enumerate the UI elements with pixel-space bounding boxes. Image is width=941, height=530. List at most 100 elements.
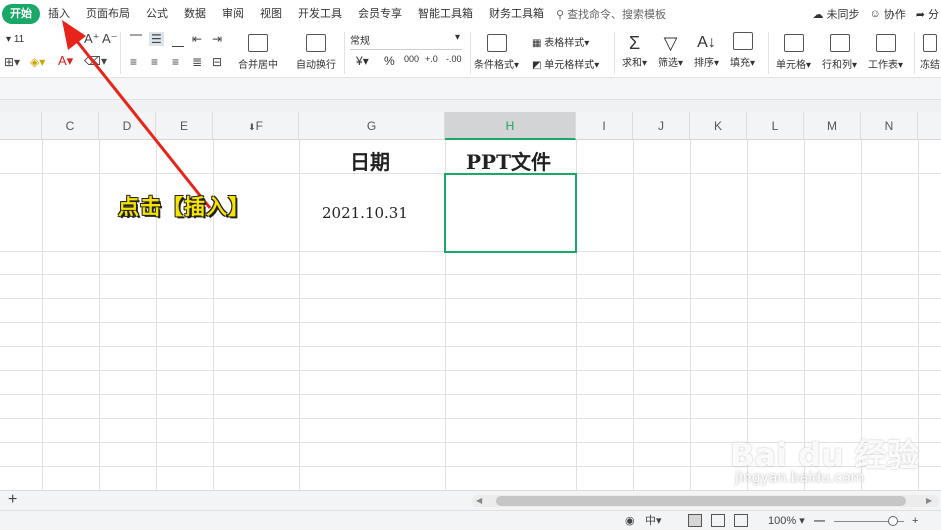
- merge-center-label: 合并居中: [238, 60, 278, 71]
- horizontal-scrollbar-thumb[interactable]: [496, 496, 906, 506]
- column-header-n[interactable]: N: [861, 112, 918, 140]
- cell-g1-date-header[interactable]: 日期: [350, 146, 390, 175]
- tab-home[interactable]: 开始: [2, 4, 40, 24]
- font-color-icon[interactable]: A▾: [58, 54, 73, 68]
- sum-button[interactable]: Σ 求和▾: [622, 32, 647, 69]
- column-header-o[interactable]: [918, 112, 941, 140]
- cell-h1-ppt-header[interactable]: PPT文件: [466, 146, 551, 175]
- freeze-button[interactable]: 冻结: [920, 34, 940, 71]
- command-search[interactable]: ⚲ 查找命令、搜索模板: [556, 6, 666, 22]
- column-header-d[interactable]: D: [99, 112, 156, 140]
- font-size-select[interactable]: ▾ 11: [6, 34, 24, 45]
- tab-insert[interactable]: 插入: [40, 4, 78, 24]
- sort-label: 排序: [694, 58, 714, 69]
- fill-color-icon[interactable]: ◈▾: [30, 55, 45, 69]
- wrap-text-button[interactable]: 自动换行: [296, 34, 336, 71]
- indent-decrease-icon[interactable]: ⇤: [192, 32, 202, 46]
- cell-g2-date-value[interactable]: 2021.10.31: [322, 204, 408, 222]
- sync-label: 未同步: [826, 9, 860, 21]
- tab-member[interactable]: 会员专享: [350, 4, 410, 24]
- border-icon[interactable]: ⊞▾: [4, 55, 20, 69]
- cell-icon: [783, 34, 804, 52]
- currency-button[interactable]: ¥▾: [356, 54, 369, 68]
- tab-formulas[interactable]: 公式: [138, 4, 176, 24]
- increase-font-icon[interactable]: A⁺: [84, 32, 100, 46]
- align-middle-icon[interactable]: ☰: [149, 32, 164, 46]
- zoom-out-button[interactable]: —: [814, 513, 825, 529]
- divider: [914, 32, 915, 74]
- column-header-i[interactable]: I: [576, 112, 633, 140]
- conditional-format-button[interactable]: 条件格式▾: [474, 34, 519, 71]
- tab-smart-toolbox[interactable]: 智能工具箱: [410, 4, 481, 24]
- column-header-j[interactable]: J: [633, 112, 690, 140]
- worksheet-button[interactable]: 工作表▾: [868, 34, 903, 71]
- zoom-slider-knob[interactable]: [888, 516, 898, 526]
- cell-button[interactable]: 单元格▾: [776, 34, 811, 71]
- fill-button[interactable]: 填充▾: [730, 32, 755, 69]
- page-layout-view-icon[interactable]: [711, 514, 725, 527]
- scroll-right-icon[interactable]: ▶: [926, 495, 932, 507]
- merge-center-button[interactable]: 合并居中: [238, 34, 278, 71]
- cell-style-button[interactable]: ◩ 单元格样式▾: [532, 56, 599, 71]
- percent-button[interactable]: %: [384, 54, 395, 68]
- sort-button[interactable]: A↓ 排序▾: [694, 32, 719, 69]
- column-header-m[interactable]: M: [804, 112, 861, 140]
- eye-protect-icon[interactable]: ◉: [625, 513, 635, 529]
- column-header-l[interactable]: L: [747, 112, 804, 140]
- tab-finance-toolbox[interactable]: 财务工具箱: [481, 4, 552, 24]
- tab-page-layout[interactable]: 页面布局: [78, 4, 138, 24]
- row-col-button[interactable]: 行和列▾: [822, 34, 857, 71]
- column-header-h[interactable]: H: [445, 112, 576, 140]
- cell-label: 单元格: [776, 60, 806, 71]
- column-header-f[interactable]: ⬇F: [213, 112, 299, 140]
- thousands-button[interactable]: 000: [404, 54, 419, 64]
- column-header-e[interactable]: E: [156, 112, 213, 140]
- menu-bar: 开始 插入 页面布局 公式 数据 审阅 视图 开发工具 会员专享 智能工具箱 财…: [0, 0, 941, 28]
- zoom-in-button[interactable]: +: [912, 513, 918, 529]
- justify-icon[interactable]: ≣: [192, 55, 202, 69]
- grid-vline: [633, 140, 634, 490]
- tab-review[interactable]: 审阅: [214, 4, 252, 24]
- distributed-icon[interactable]: ⊟: [212, 55, 222, 69]
- column-header-c[interactable]: C: [42, 112, 99, 140]
- filter-label-wrap: 筛选▾: [658, 58, 684, 69]
- indent-increase-icon[interactable]: ⇥: [212, 32, 222, 46]
- number-format-select[interactable]: 常规 ▾: [350, 32, 462, 50]
- table-style-button[interactable]: ▦ 表格样式▾: [532, 34, 589, 49]
- decrease-decimal-button[interactable]: -.00: [446, 54, 462, 64]
- column-header-g[interactable]: G: [299, 112, 445, 140]
- share-button[interactable]: ➦ 分: [916, 6, 939, 22]
- decrease-font-icon[interactable]: A⁻: [102, 32, 118, 46]
- increase-decimal-button[interactable]: +.0: [425, 54, 438, 64]
- tab-developer[interactable]: 开发工具: [290, 4, 350, 24]
- align-left-icon[interactable]: ≡: [130, 55, 137, 69]
- tab-data[interactable]: 数据: [176, 4, 214, 24]
- align-bottom-icon[interactable]: ⎽: [172, 33, 184, 47]
- zoom-level-select[interactable]: 100% ▾: [768, 513, 805, 529]
- sheet-tab-bar: + ◀ ▶: [0, 490, 941, 510]
- page-break-view-icon[interactable]: [734, 514, 748, 527]
- collab-button[interactable]: ☺ 协作: [870, 6, 906, 22]
- sync-status[interactable]: ☁ 未同步: [813, 6, 860, 22]
- column-header-k[interactable]: K: [690, 112, 747, 140]
- filter-button[interactable]: ▽ 筛选▾: [658, 32, 683, 69]
- fill-down-icon: [732, 32, 753, 50]
- input-method-icon[interactable]: 中▾: [645, 513, 662, 529]
- status-bar: ◉ 中▾ 100% ▾ — +: [0, 510, 941, 530]
- row-header-corner[interactable]: [0, 112, 42, 140]
- divider: [120, 32, 121, 74]
- align-right-icon[interactable]: ≡: [172, 55, 179, 69]
- normal-view-icon[interactable]: [688, 514, 702, 527]
- tab-view[interactable]: 视图: [252, 4, 290, 24]
- grid-hline: [0, 370, 941, 371]
- align-center-icon[interactable]: ≡: [151, 55, 158, 69]
- divider: [470, 32, 471, 74]
- sum-label-wrap: 求和▾: [622, 58, 648, 69]
- align-top-icon[interactable]: ⎺: [130, 33, 142, 47]
- add-sheet-button[interactable]: +: [8, 491, 17, 509]
- selected-cell-h2[interactable]: [444, 173, 577, 253]
- cell-style-icon: ◩: [532, 60, 542, 71]
- scroll-left-icon[interactable]: ◀: [476, 495, 482, 507]
- clear-format-icon[interactable]: ⌫▾: [84, 54, 107, 68]
- column-header-row: C D E ⬇F G H I J K L M N: [0, 112, 941, 140]
